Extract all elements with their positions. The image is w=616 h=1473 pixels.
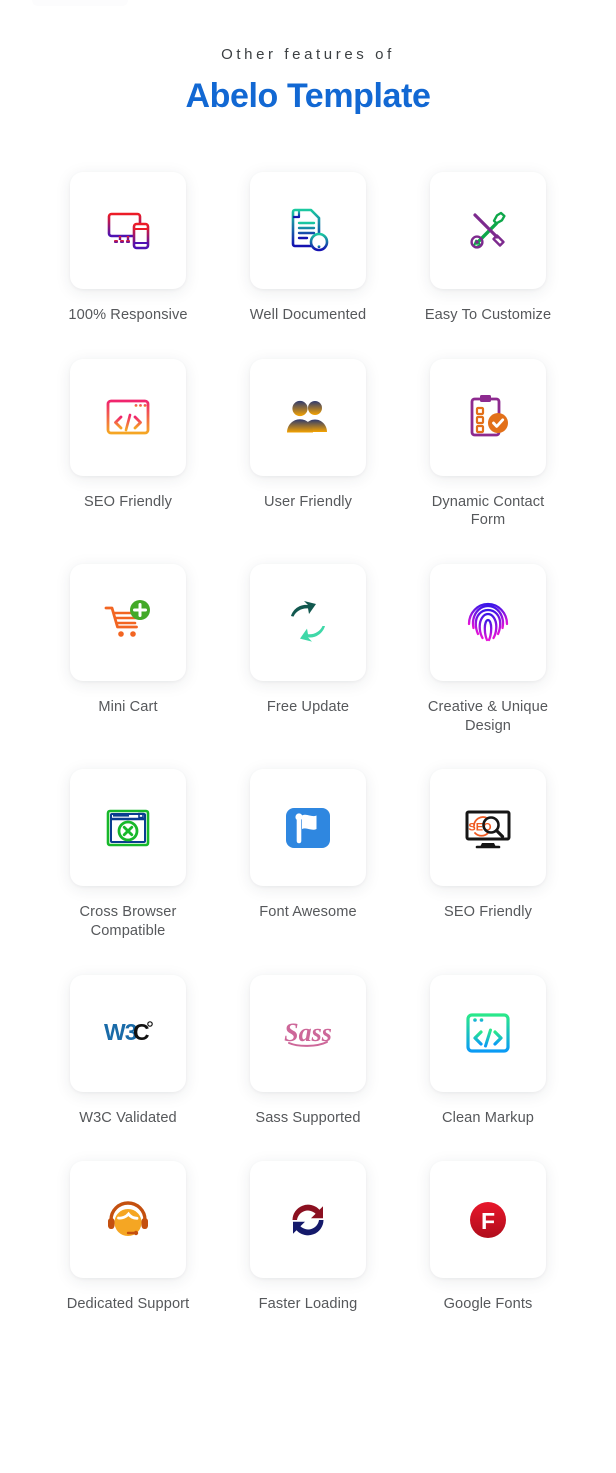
feature-card[interactable]: Dedicated Support — [38, 1161, 218, 1348]
feature-card[interactable]: Easy To Customize — [398, 171, 578, 359]
feature-icon-tile[interactable] — [250, 563, 366, 681]
feature-label: W3C Validated — [79, 1109, 177, 1126]
feature-icon-tile[interactable] — [250, 358, 366, 476]
feature-label: Well Documented — [249, 306, 367, 323]
feature-label: Clean Markup — [441, 1109, 535, 1126]
feature-icon-tile[interactable] — [430, 563, 546, 681]
two-users-icon — [280, 389, 336, 445]
fingerprint-icon — [460, 594, 516, 650]
feature-card[interactable]: SEO Friendly — [38, 358, 218, 564]
w3c-logo-icon: W3 C — [100, 1005, 156, 1061]
feature-label: Cross Browser Compatible — [79, 904, 177, 939]
sass-logo-icon: Sass — [280, 1005, 336, 1061]
feature-label: Sass Supported — [255, 1109, 361, 1126]
feature-icon-tile[interactable]: SEO — [430, 769, 546, 887]
feature-label: SEO Friendly — [84, 493, 172, 510]
feature-card[interactable]: Clean Markup — [398, 974, 578, 1162]
feature-label: Dynamic Contact Form — [431, 493, 545, 529]
feature-label: Faster Loading — [258, 1296, 358, 1313]
feature-label: SEO Friendly — [444, 904, 532, 921]
feature-card[interactable]: Creative & Unique Design — [398, 563, 578, 769]
feature-icon-tile[interactable] — [250, 769, 366, 887]
svg-text:W3: W3 — [104, 1019, 137, 1045]
feature-icon-tile[interactable] — [70, 769, 186, 887]
page-title: Abelo Template — [185, 77, 431, 115]
feature-card[interactable]: 100% Responsive — [38, 171, 218, 359]
feature-label: Mini Cart — [98, 698, 158, 715]
section-eyebrow: Other features of — [221, 46, 395, 63]
responsive-devices-icon — [100, 202, 156, 258]
feature-icon-tile[interactable] — [70, 563, 186, 681]
feature-card[interactable]: Faster Loading — [218, 1161, 398, 1348]
monitor-seo-search-icon: SEO — [460, 800, 516, 856]
document-alert-icon — [280, 202, 336, 258]
feature-icon-tile[interactable] — [430, 171, 546, 289]
feature-icon-tile[interactable] — [250, 1161, 366, 1279]
feature-icon-tile[interactable]: F — [430, 1161, 546, 1279]
feature-card[interactable]: Cross Browser Compatible — [38, 769, 218, 974]
feature-icon-tile[interactable] — [430, 358, 546, 476]
feature-label: 100% Responsive — [68, 306, 188, 323]
feature-label: Font Awesome — [259, 904, 357, 921]
feature-label: Creative & Unique Design — [427, 698, 549, 734]
wrench-screwdriver-icon — [460, 202, 516, 258]
feature-card[interactable]: F Google Fonts — [398, 1161, 578, 1348]
feature-card[interactable]: Free Update — [218, 563, 398, 769]
browser-code-icon — [100, 389, 156, 445]
feature-card[interactable]: Mini Cart — [38, 563, 218, 769]
flag-icon — [280, 800, 336, 856]
svg-text:F: F — [481, 1208, 495, 1234]
code-window-icon — [460, 1005, 516, 1061]
browser-error-icon — [100, 800, 156, 856]
feature-card[interactable]: Sass Sass Supported — [218, 974, 398, 1162]
feature-icon-tile[interactable] — [430, 974, 546, 1092]
clipboard-check-icon — [460, 389, 516, 445]
feature-icon-tile[interactable] — [70, 1161, 186, 1279]
shopping-cart-plus-icon — [100, 594, 156, 650]
feature-label: User Friendly — [263, 493, 353, 510]
feature-card[interactable]: User Friendly — [218, 358, 398, 564]
feature-icon-tile[interactable]: Sass — [250, 974, 366, 1092]
feature-icon-tile[interactable]: W3 C — [70, 974, 186, 1092]
feature-icon-tile[interactable] — [70, 171, 186, 289]
sync-arrows-icon — [280, 594, 336, 650]
headset-support-icon — [100, 1192, 156, 1248]
feature-icon-tile[interactable] — [250, 171, 366, 289]
other-features-section: Other features of Abelo Template 100% Re… — [0, 0, 616, 1408]
section-heading: Other features of Abelo Template — [0, 44, 616, 120]
feature-label: Dedicated Support — [66, 1296, 190, 1313]
features-grid: 100% Responsive Well Documented Easy To Cu… — [0, 171, 616, 1348]
feature-label: Free Update — [266, 698, 350, 715]
refresh-circle-icon — [280, 1192, 336, 1248]
feature-label: Google Fonts — [443, 1296, 533, 1313]
feature-card[interactable]: Font Awesome — [218, 769, 398, 974]
google-fonts-f-icon: F — [460, 1192, 516, 1248]
feature-card[interactable]: Dynamic Contact Form — [398, 358, 578, 564]
feature-card[interactable]: Well Documented — [218, 171, 398, 359]
feature-label: Easy To Customize — [424, 306, 552, 323]
feature-card[interactable]: SEO SEO Friendly — [398, 769, 578, 974]
feature-icon-tile[interactable] — [70, 358, 186, 476]
feature-card[interactable]: W3 C W3C Validated — [38, 974, 218, 1162]
svg-text:C: C — [133, 1019, 150, 1045]
top-edge-artifact — [32, 0, 128, 6]
